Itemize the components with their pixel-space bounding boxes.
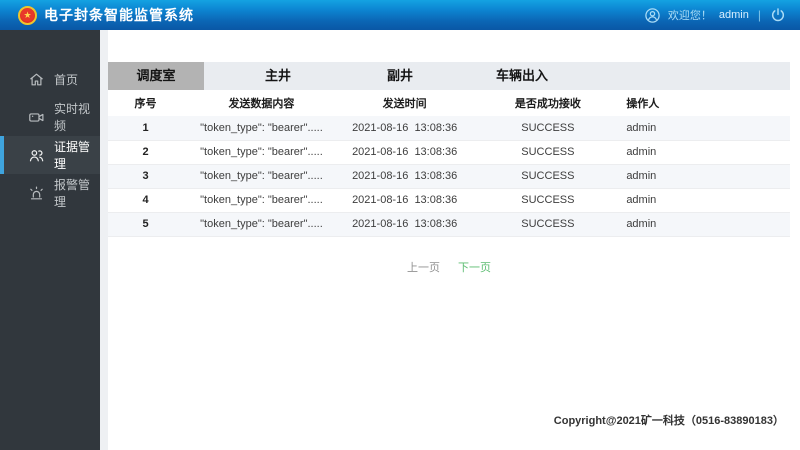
prev-page-link[interactable]: 上一页	[407, 262, 440, 274]
cell-operator: admin	[626, 212, 790, 237]
column-header-content: 发送数据内容	[228, 98, 295, 110]
welcome-text: 欢迎您！	[667, 10, 712, 22]
column-header-status: 是否成功接收	[514, 98, 581, 110]
users-icon	[28, 147, 45, 164]
copyright-text: Copyright@2021矿一科技（0516-83890183）	[553, 415, 784, 427]
column-header-operator: 操作人	[626, 98, 660, 110]
cell-no: 2	[108, 140, 184, 165]
tab-main-shaft[interactable]: 主井	[230, 62, 326, 90]
cell-content: "token_type": "bearer".....	[183, 140, 340, 165]
cell-no: 3	[108, 164, 184, 189]
column-header-time: 发送时间	[382, 98, 427, 110]
data-table: 序号 发送数据内容 发送时间 是否成功接收 操作人 1 "token_type"…	[108, 90, 790, 237]
header-user-area: 欢迎您！ admin |	[644, 7, 786, 24]
table-row: 2 "token_type": "bearer"..... 2021-08-16…	[108, 140, 790, 165]
sidebar: 首页 实时视频 证据管理 报警管理	[0, 30, 100, 450]
header-brand: ★ 电子封条智能监管系统	[18, 5, 194, 25]
tab-vehicle-access[interactable]: 车辆出入	[474, 62, 570, 90]
app-title: 电子封条智能监管系统	[44, 7, 194, 23]
cell-time: 2021-08-16 13:08:36	[339, 140, 470, 165]
cell-content: "token_type": "bearer".....	[183, 116, 340, 141]
cell-operator: admin	[626, 188, 790, 213]
cell-status: SUCCESS	[469, 188, 627, 213]
video-camera-icon	[28, 109, 45, 126]
cell-operator: admin	[626, 164, 790, 189]
table-row: 3 "token_type": "bearer"..... 2021-08-16…	[108, 164, 790, 189]
sidebar-item-label: 报警管理	[54, 178, 91, 209]
cell-no: 4	[108, 188, 184, 213]
cell-status: SUCCESS	[469, 164, 627, 189]
cell-content: "token_type": "bearer".....	[183, 212, 340, 237]
table-row: 5 "token_type": "bearer"..... 2021-08-16…	[108, 212, 790, 237]
cell-operator: admin	[626, 140, 790, 165]
cell-time: 2021-08-16 13:08:36	[339, 164, 470, 189]
user-circle-icon	[644, 7, 661, 24]
cell-operator: admin	[626, 116, 790, 141]
main-content: 调度室 主井 副井 车辆出入 序号 发送数据内容 发送时间 是否成功接收 操作人	[100, 30, 800, 450]
cell-content: "token_type": "bearer".....	[183, 188, 340, 213]
sidebar-item-label: 首页	[54, 72, 79, 87]
table-row: 1 "token_type": "bearer"..... 2021-08-16…	[108, 116, 790, 141]
sidebar-item-live-video[interactable]: 实时视频	[0, 98, 100, 136]
tab-dispatch-room[interactable]: 调度室	[108, 62, 204, 90]
next-page-link[interactable]: 下一页	[458, 262, 491, 274]
pagination: 上一页 下一页	[108, 259, 790, 275]
national-emblem-logo: ★	[18, 5, 37, 25]
sidebar-item-label: 证据管理	[54, 140, 91, 171]
sidebar-item-label: 实时视频	[54, 102, 91, 133]
app-window: ★ 电子封条智能监管系统 欢迎您！ admin | 首页 实时视频 证据管理 报…	[0, 0, 800, 450]
cell-status: SUCCESS	[469, 212, 627, 237]
top-header: ★ 电子封条智能监管系统 欢迎您！ admin |	[0, 0, 800, 30]
header-divider: |	[757, 8, 761, 22]
cell-status: SUCCESS	[469, 116, 627, 141]
username: admin	[718, 9, 749, 21]
cell-time: 2021-08-16 13:08:36	[339, 116, 470, 141]
home-icon	[28, 71, 45, 88]
cell-content: "token_type": "bearer".....	[183, 164, 340, 189]
cell-time: 2021-08-16 13:08:36	[339, 212, 470, 237]
column-header-no: 序号	[134, 98, 157, 110]
tab-aux-shaft[interactable]: 副井	[352, 62, 448, 90]
table-row: 4 "token_type": "bearer"..... 2021-08-16…	[108, 188, 790, 213]
power-icon[interactable]	[770, 7, 786, 23]
cell-time: 2021-08-16 13:08:36	[339, 188, 470, 213]
tab-bar: 调度室 主井 副井 车辆出入	[108, 62, 790, 90]
table-header-row: 序号 发送数据内容 发送时间 是否成功接收 操作人	[108, 90, 790, 116]
cell-no: 5	[108, 212, 184, 237]
sidebar-item-evidence[interactable]: 证据管理	[0, 136, 100, 174]
cell-status: SUCCESS	[469, 140, 627, 165]
alarm-icon	[28, 185, 45, 202]
sidebar-item-home[interactable]: 首页	[0, 60, 100, 98]
sidebar-item-alarm[interactable]: 报警管理	[0, 174, 100, 212]
cell-no: 1	[108, 116, 184, 141]
